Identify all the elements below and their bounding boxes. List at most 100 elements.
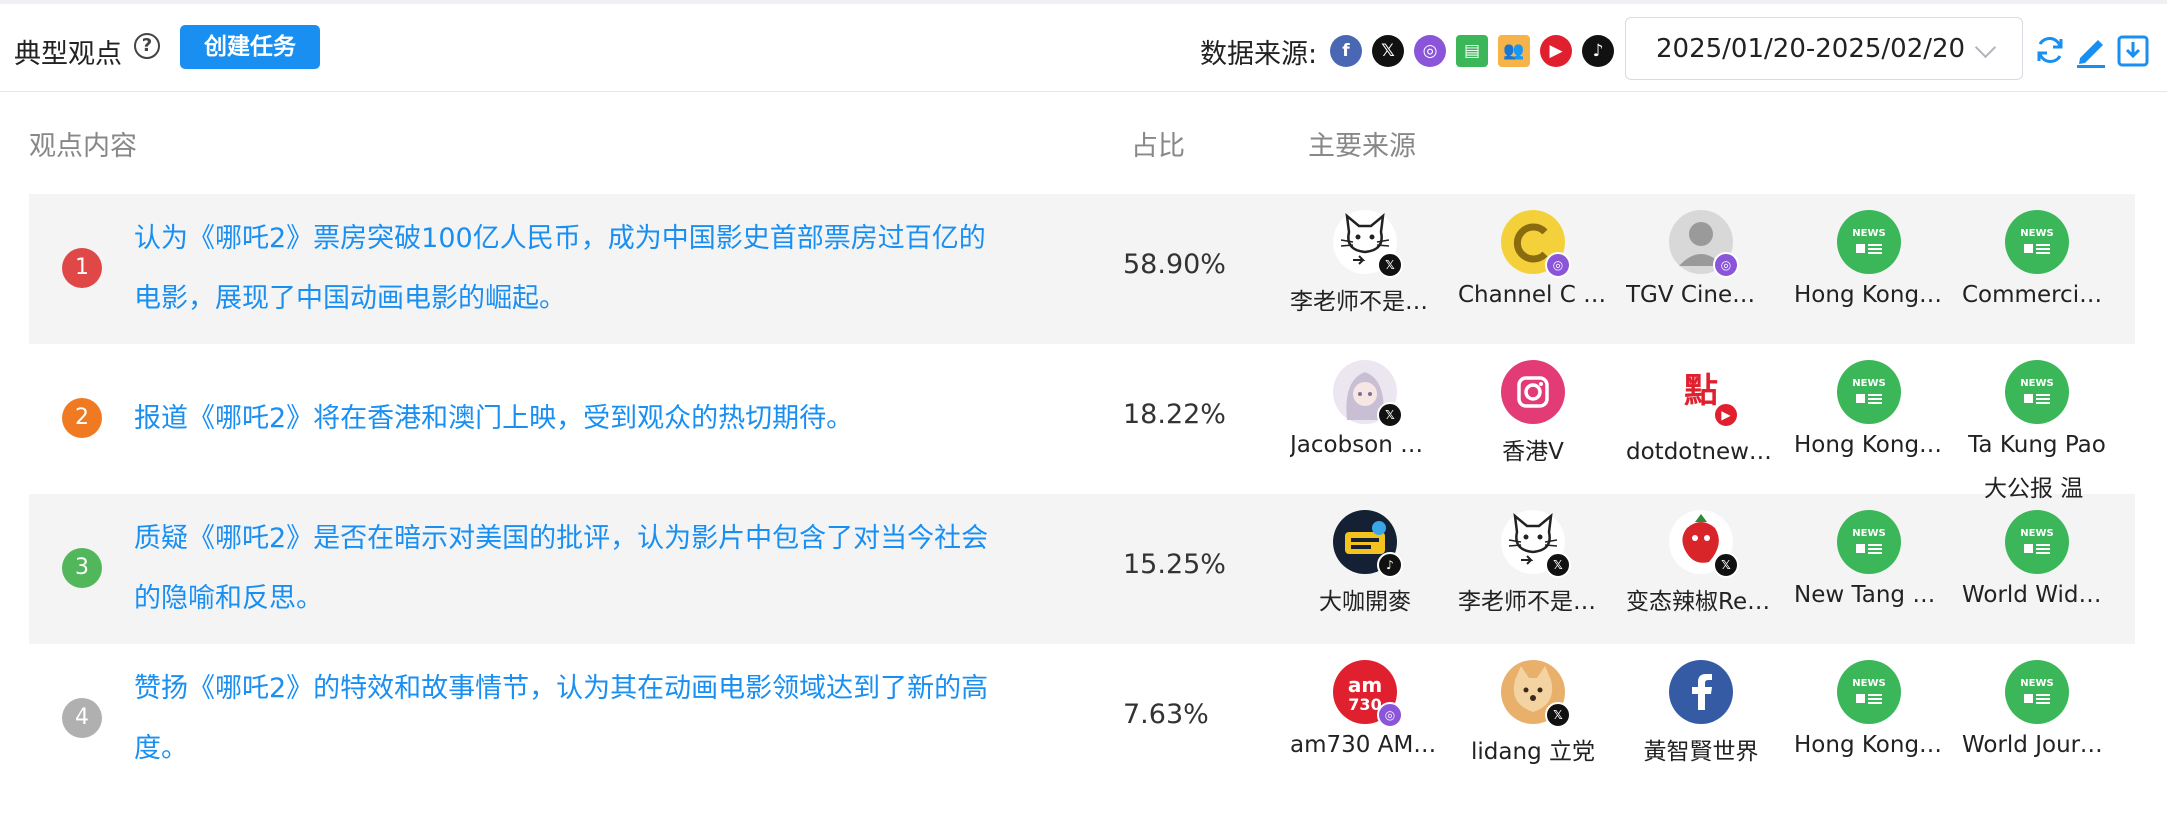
news-avatar-icon: NEWS [1837, 210, 1901, 274]
facebook-icon[interactable]: f [1330, 35, 1362, 67]
news-icon[interactable]: ▤ [1456, 35, 1488, 67]
source-item[interactable]: NEWS Hong Kong Commercial Daily [1794, 660, 1944, 758]
source-name: Hong Kong Commercial Daily [1794, 732, 1944, 758]
opinion-row: 1 认为《哪吒2》票房突破100亿人民币，成为中国影史首部票房过百亿的 电影，展现了… [29, 194, 2135, 344]
column-header-sources: 主要来源 [1308, 131, 1416, 162]
youtube-icon[interactable]: ▶ [1540, 35, 1572, 67]
opinion-row: 4 赞扬《哪吒2》的特效和故事情节，认为其在动画电影领域达到了新的高 度。 7.63%… [29, 644, 2135, 794]
source-item[interactable]: NEWS Commercial Radio [1962, 210, 2112, 308]
news-avatar-icon: NEWS [2005, 510, 2069, 574]
opinion-text-link[interactable]: 赞扬《哪吒2》的特效和故事情节，认为其在动画电影领域达到了新的高 度。 [134, 659, 1034, 779]
edit-icon[interactable] [2074, 32, 2108, 68]
opinion-row: 3 质疑《哪吒2》是否在暗示对美国的批评，认为影片中包含了对当今社会 的隐喻和反思。… [29, 494, 2135, 644]
date-range-value: 2025/01/20-2025/02/20 [1656, 34, 1966, 64]
instagram-icon[interactable]: ◎ [1414, 35, 1446, 67]
news-avatar-icon: NEWS [1837, 510, 1901, 574]
dakai-logo-avatar: ♪ [1333, 510, 1403, 578]
overflow-source-label: 大公报 温 [1984, 476, 2084, 502]
source-name: Commercial Radio [1962, 282, 2112, 308]
cat-sketch-avatar: 𝕏 [1501, 510, 1571, 578]
source-item[interactable]: NEWS World Wide News [1962, 510, 2112, 608]
opinion-text-link[interactable]: 报道《哪吒2》将在香港和澳门上映，受到观众的热切期待。 [134, 389, 1034, 449]
x-badge-icon: 𝕏 [1545, 552, 1571, 578]
rank-badge: 1 [62, 248, 102, 288]
create-task-button[interactable]: 创建任务 [180, 25, 320, 69]
opinion-text-link[interactable]: 质疑《哪吒2》是否在暗示对美国的批评，认为影片中包含了对当今社会 的隐喻和反思。 [134, 509, 1034, 629]
source-name: Ta Kung Pao [1968, 432, 2106, 458]
opinion-row: 2 报道《哪吒2》将在香港和澳门上映，受到观众的热切期待。 18.22% 𝕏 Jacob… [29, 344, 2135, 494]
facebook-avatar-icon [1669, 660, 1733, 724]
news-avatar-icon: NEWS [2005, 210, 2069, 274]
anime-girl-avatar: 𝕏 [1333, 360, 1403, 428]
rank-badge: 4 [62, 698, 102, 738]
source-item[interactable]: 黃智賢世界 [1626, 660, 1776, 766]
svg-text:am: am [1348, 673, 1382, 697]
news-avatar-icon: NEWS [1837, 360, 1901, 424]
column-header-content: 观点内容 [29, 131, 137, 162]
x-icon[interactable]: 𝕏 [1372, 35, 1404, 67]
news-avatar-icon: NEWS [2005, 360, 2069, 424]
source-item[interactable]: 𝕏 李老师不是你老师 [1290, 210, 1440, 316]
svg-text:點: 點 [1684, 371, 1718, 411]
am730-logo-avatar: am 730 ◎ [1333, 660, 1403, 728]
youtube-badge-icon: ▶ [1713, 402, 1739, 428]
source-item[interactable]: NEWS New Tang Dynasty [1794, 510, 1944, 608]
ratio-value: 58.90% [1123, 249, 1226, 280]
source-name: World Journal [1962, 732, 2112, 758]
source-name: Jacobson Wong [1290, 432, 1440, 458]
channel-c-avatar: ◎ [1501, 210, 1571, 278]
source-name: 大咖開麥 [1319, 589, 1411, 615]
download-icon[interactable] [2116, 32, 2150, 68]
data-source-label: 数据来源: [1200, 39, 1318, 70]
opinion-text-line: 赞扬《哪吒2》的特效和故事情节，认为其在动画电影领域达到了新的高 [134, 673, 989, 704]
opinion-text-link[interactable]: 认为《哪吒2》票房突破100亿人民币，成为中国影史首部票房过百亿的 电影，展现了中… [134, 209, 1034, 329]
source-item[interactable]: NEWS Hong Kong Free Press [1794, 360, 1944, 458]
opinion-text-line: 的隐喻和反思。 [134, 583, 323, 614]
refresh-icon[interactable] [2033, 32, 2067, 68]
source-name: World Wide News [1962, 582, 2112, 608]
news-avatar-icon: NEWS [1837, 660, 1901, 724]
opinion-text-line: 认为《哪吒2》票房突破100亿人民币，成为中国影史首部票房过百亿的 [134, 223, 986, 254]
source-name: 黃智賢世界 [1643, 739, 1759, 765]
instagram-avatar-icon [1501, 360, 1565, 424]
source-item[interactable]: 香港V [1458, 360, 1608, 466]
source-item[interactable]: 𝕏lidang 立党 [1458, 660, 1608, 766]
tiktok-badge-icon: ♪ [1377, 552, 1403, 578]
source-name: Hong Kong Economic Times [1794, 282, 1944, 308]
ratio-value: 15.25% [1123, 549, 1226, 580]
cat-sketch-avatar: 𝕏 [1333, 210, 1403, 278]
x-badge-icon: 𝕏 [1377, 402, 1403, 428]
opinion-text-line: 度。 [134, 733, 188, 764]
source-item[interactable]: ◎ Channel C HK [1458, 210, 1608, 308]
instagram-badge-icon: ◎ [1377, 702, 1403, 728]
people-icon[interactable]: 👥 [1498, 35, 1530, 67]
chevron-down-icon [1974, 36, 1997, 59]
rank-badge: 2 [62, 398, 102, 438]
instagram-badge-icon: ◎ [1713, 252, 1739, 278]
source-item[interactable]: NEWS Ta Kung Pao [1962, 360, 2112, 458]
source-item[interactable]: 𝕏 Jacobson Wong [1290, 360, 1440, 458]
rank-badge: 3 [62, 548, 102, 588]
date-range-picker[interactable]: 2025/01/20-2025/02/20 [1625, 17, 2023, 80]
source-item[interactable]: NEWS Hong Kong Economic Times [1794, 210, 1944, 308]
rebel-pepper-avatar: 𝕏 [1669, 510, 1739, 578]
source-item[interactable]: 𝕏 变态辣椒Rebel Pepper [1626, 510, 1776, 616]
source-item[interactable]: am730◎ am730 AM730 [1290, 660, 1440, 758]
tiktok-icon[interactable]: ♪ [1582, 35, 1614, 67]
source-name: Channel C HK [1458, 282, 1608, 308]
source-item[interactable]: 𝕏 李老师不是你老师 [1458, 510, 1608, 616]
help-icon[interactable]: ? [134, 33, 160, 59]
source-item[interactable]: ◎ TGV Cinemas [1626, 210, 1776, 308]
source-item[interactable]: ♪ 大咖開麥 [1290, 510, 1440, 616]
instagram-badge-icon: ◎ [1545, 252, 1571, 278]
source-item[interactable]: NEWS World Journal [1962, 660, 2112, 758]
section-title: 典型观点 [14, 39, 122, 70]
x-badge-icon: 𝕏 [1377, 252, 1403, 278]
source-name: 香港V [1502, 439, 1564, 465]
source-name: am730 AM730 [1290, 732, 1440, 758]
source-name: 李老师不是你老师 [1290, 289, 1440, 315]
source-item[interactable]: 點▶ dotdotnews 点新闻 [1626, 360, 1776, 466]
opinion-text-line: 电影，展现了中国动画电影的崛起。 [134, 283, 566, 314]
source-name: 李老师不是你老师 [1458, 589, 1608, 615]
opinion-text-line: 质疑《哪吒2》是否在暗示对美国的批评，认为影片中包含了对当今社会 [134, 523, 989, 554]
